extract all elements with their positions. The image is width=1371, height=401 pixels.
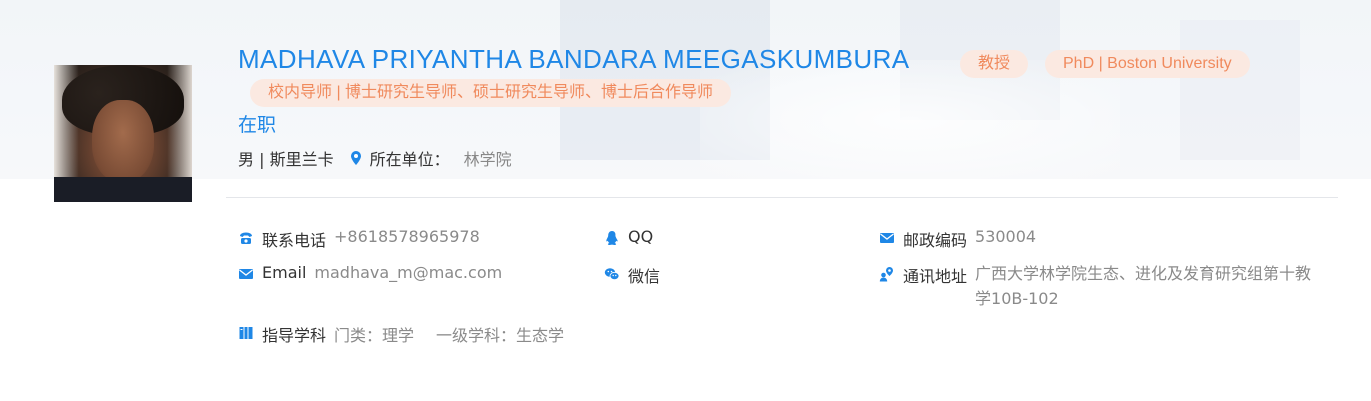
subject-first-level: 一级学科：生态学 [436, 326, 565, 345]
email-value[interactable]: madhava_m@mac.com [314, 263, 502, 282]
gender-country: 男 | 斯里兰卡 [238, 150, 334, 169]
phone-value[interactable]: +8618578965978 [334, 227, 480, 246]
book-icon [239, 327, 253, 339]
email-field: Email madhava_m@mac.com [238, 263, 502, 282]
address-icon [879, 267, 893, 282]
address-value: 广西大学林学院生态、进化及发育研究组第十教学10B-102 [975, 264, 1312, 308]
profile-photo [54, 65, 192, 202]
unit-value: 林学院 [463, 150, 512, 169]
qq-label: QQ [628, 227, 654, 246]
mail-icon [880, 233, 894, 243]
title-badge: 教授 [960, 50, 1029, 78]
qq-penguin-icon [606, 231, 618, 245]
zip-label: 邮政编码 [903, 231, 968, 250]
subject-label: 指导学科 [262, 326, 327, 345]
zip-field: 邮政编码 530004 [879, 227, 1036, 251]
section-divider [226, 197, 1338, 198]
address-field: 通讯地址 广西大学林学院生态、进化及发育研究组第十教学10B-102 [879, 263, 1315, 311]
profile-name: MADHAVA PRIYANTHA BANDARA MEEGASKUMBURA [238, 44, 910, 74]
mail-icon [239, 269, 253, 279]
supervisor-roles-badge: 校内导师 | 博士研究生导师、硕士研究生导师、博士后合作导师 [250, 79, 732, 107]
address-label: 通讯地址 [903, 267, 968, 286]
wechat-label: 微信 [628, 267, 661, 286]
phone-label: 联系电话 [262, 231, 327, 250]
employment-status: 在职 [238, 114, 277, 136]
email-label: Email [262, 263, 307, 282]
degree-badge: PhD | Boston University [1045, 50, 1250, 78]
unit-label: 所在单位： [369, 150, 450, 169]
location-pin-icon [350, 151, 361, 165]
wechat-icon [604, 268, 620, 281]
subject-category: 门类：理学 [334, 326, 415, 345]
qq-field: QQ [604, 227, 653, 246]
zip-value: 530004 [975, 227, 1037, 246]
phone-icon [240, 232, 252, 244]
banner-building-graphic [1180, 20, 1300, 160]
subject-field: 指导学科 门类：理学 一级学科：生态学 [238, 322, 564, 346]
basic-info-line: 男 | 斯里兰卡 所在单位： 林学院 [238, 146, 512, 170]
phone-field: 联系电话 +8618578965978 [238, 227, 480, 251]
wechat-field: 微信 [604, 263, 660, 287]
